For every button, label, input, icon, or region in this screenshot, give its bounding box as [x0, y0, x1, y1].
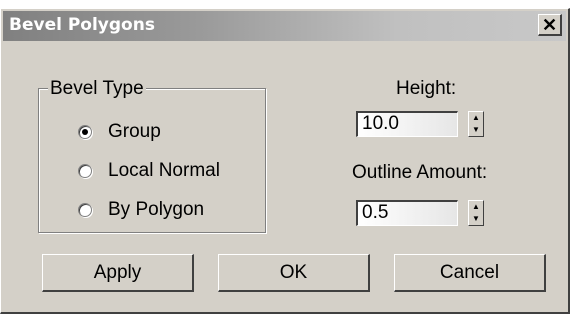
bevel-type-label: Bevel Type [48, 78, 146, 100]
radio-label-group: Group [108, 121, 161, 142]
radio-button-group[interactable] [78, 125, 92, 139]
height-input[interactable]: 10.0 [356, 111, 458, 137]
cancel-button[interactable]: Cancel [394, 254, 546, 292]
title-bar[interactable]: Bevel Polygons ✕ [3, 11, 566, 41]
radio-label-by-polygon: By Polygon [108, 199, 205, 220]
outline-amount-spinner[interactable]: 0.5 ▲ ▼ [356, 200, 484, 226]
height-spinner-arrows[interactable]: ▲ ▼ [468, 111, 484, 137]
radio-label-local-normal: Local Normal [108, 160, 220, 181]
radio-button-local-normal[interactable] [78, 164, 92, 178]
outline-amount-label: Outline Amount: [352, 162, 488, 183]
radio-local-normal[interactable]: Local Normal [78, 160, 220, 182]
outline-spinner-arrows[interactable]: ▲ ▼ [468, 200, 484, 226]
close-button[interactable]: ✕ [538, 14, 562, 36]
radio-group[interactable]: Group [78, 121, 161, 143]
ok-button[interactable]: OK [218, 254, 370, 292]
close-icon: ✕ [541, 14, 558, 35]
radio-button-by-polygon[interactable] [78, 203, 92, 217]
window-title: Bevel Polygons [9, 15, 155, 35]
spinner-down-icon[interactable]: ▼ [472, 215, 480, 223]
height-label: Height: [396, 78, 457, 99]
height-spinner[interactable]: 10.0 ▲ ▼ [356, 111, 484, 137]
radio-by-polygon[interactable]: By Polygon [78, 199, 204, 221]
apply-button[interactable]: Apply [42, 254, 194, 292]
spinner-down-icon[interactable]: ▼ [472, 126, 480, 134]
spinner-up-icon[interactable]: ▲ [472, 114, 480, 122]
spinner-up-icon[interactable]: ▲ [472, 203, 480, 211]
outline-amount-input[interactable]: 0.5 [356, 200, 458, 226]
